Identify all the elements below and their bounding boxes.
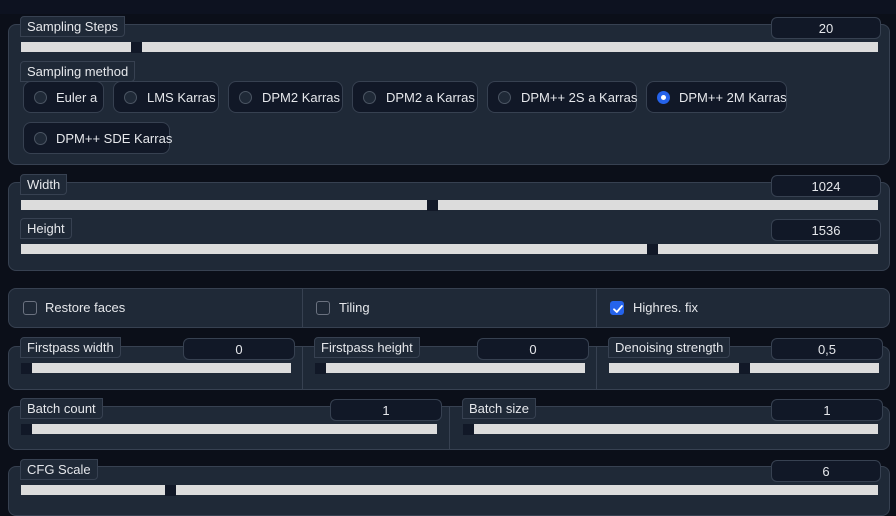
sampling-method-label: Sampling method xyxy=(20,61,136,82)
slider-track-filled xyxy=(21,485,165,495)
batch-count-slider[interactable] xyxy=(21,424,437,435)
slider-track-remaining xyxy=(142,42,878,52)
width-input[interactable]: 1024 xyxy=(771,175,881,197)
slider-track-filled xyxy=(21,200,427,210)
slider-track-remaining xyxy=(438,200,878,210)
radio-indicator xyxy=(34,132,47,145)
batch-size-slider[interactable] xyxy=(463,424,878,435)
height-label: Height xyxy=(20,218,72,239)
sampling-steps-slider[interactable] xyxy=(21,42,878,53)
firstpass-height-slider[interactable] xyxy=(315,363,585,374)
radio-dpm2-karras[interactable]: DPM2 Karras xyxy=(228,81,343,113)
slider-thumb[interactable] xyxy=(21,363,32,374)
options-panel xyxy=(8,288,890,328)
sampling-steps-block: Sampling Steps 20 xyxy=(20,16,882,56)
radio-label: LMS Karras xyxy=(147,90,216,105)
slider-thumb[interactable] xyxy=(463,424,474,435)
radio-label: DPM++ 2S a Karras xyxy=(521,90,638,105)
radio-label: DPM++ SDE Karras xyxy=(56,131,173,146)
restore-faces-checkbox[interactable] xyxy=(23,301,37,315)
radio-indicator xyxy=(239,91,252,104)
cfg-scale-input[interactable]: 6 xyxy=(771,460,881,482)
radio-label: DPM2 Karras xyxy=(262,90,341,105)
slider-track-remaining xyxy=(32,363,291,373)
slider-thumb[interactable] xyxy=(21,424,32,435)
height-block: Height 1536 xyxy=(20,218,882,258)
firstpass-width-label: Firstpass width xyxy=(20,337,121,358)
denoising-strength-slider[interactable] xyxy=(609,363,879,374)
firstpass-height-block: Firstpass height 0 xyxy=(314,337,590,377)
firstpass-height-label: Firstpass height xyxy=(314,337,420,358)
firstpass-width-block: Firstpass width 0 xyxy=(20,337,296,377)
radio-label: Euler a xyxy=(56,90,98,105)
batch-size-label: Batch size xyxy=(462,398,536,419)
radio-indicator xyxy=(657,91,670,104)
batch-count-input[interactable]: 1 xyxy=(330,399,442,421)
slider-thumb[interactable] xyxy=(131,42,142,53)
divider xyxy=(596,289,597,327)
denoising-strength-label: Denoising strength xyxy=(608,337,731,358)
firstpass-width-input[interactable]: 0 xyxy=(183,338,295,360)
tiling-checkbox[interactable] xyxy=(316,301,330,315)
batch-count-block: Batch count 1 xyxy=(20,398,444,438)
firstpass-height-input[interactable]: 0 xyxy=(477,338,589,360)
cfg-scale-label: CFG Scale xyxy=(20,459,98,480)
highres-fix-label: Highres. fix xyxy=(633,300,699,315)
width-block: Width 1024 xyxy=(20,174,882,214)
slider-track-remaining xyxy=(176,485,878,495)
slider-track-filled xyxy=(609,363,739,373)
top-strip xyxy=(0,0,896,14)
radio-lms-karras[interactable]: LMS Karras xyxy=(113,81,219,113)
sampling-steps-input[interactable]: 20 xyxy=(771,17,881,39)
divider xyxy=(596,347,597,389)
radio-dpmpp-2m-karras[interactable]: DPM++ 2M Karras xyxy=(646,81,787,113)
slider-thumb[interactable] xyxy=(739,363,750,374)
batch-count-label: Batch count xyxy=(20,398,103,419)
radio-label: DPM++ 2M Karras xyxy=(679,90,787,105)
slider-track-remaining xyxy=(750,363,879,373)
slider-track-remaining xyxy=(326,363,585,373)
denoising-strength-input[interactable]: 0,5 xyxy=(771,338,883,360)
height-input[interactable]: 1536 xyxy=(771,219,881,241)
width-slider[interactable] xyxy=(21,200,878,211)
cfg-scale-block: CFG Scale 6 xyxy=(20,459,882,499)
radio-indicator xyxy=(124,91,137,104)
highres-fix-checkbox[interactable] xyxy=(610,301,624,315)
radio-dpm2-a-karras[interactable]: DPM2 a Karras xyxy=(352,81,478,113)
radio-label: DPM2 a Karras xyxy=(386,90,475,105)
sampling-steps-label: Sampling Steps xyxy=(20,16,126,37)
cfg-scale-slider[interactable] xyxy=(21,485,878,496)
batch-size-block: Batch size 1 xyxy=(462,398,883,438)
slider-thumb[interactable] xyxy=(165,485,176,496)
sampling-method-block: Sampling method Euler a LMS Karras DPM2 … xyxy=(20,61,882,161)
radio-dpmpp-2s-a-karras[interactable]: DPM++ 2S a Karras xyxy=(487,81,637,113)
firstpass-width-slider[interactable] xyxy=(21,363,291,374)
slider-track-remaining xyxy=(32,424,437,434)
denoising-strength-block: Denoising strength 0,5 xyxy=(608,337,884,377)
restore-faces-label: Restore faces xyxy=(45,300,126,315)
radio-indicator xyxy=(363,91,376,104)
radio-indicator xyxy=(34,91,47,104)
slider-track-remaining xyxy=(474,424,878,434)
radio-euler-a[interactable]: Euler a xyxy=(23,81,104,113)
width-label: Width xyxy=(20,174,68,195)
height-slider[interactable] xyxy=(21,244,878,255)
slider-track-filled xyxy=(21,244,647,254)
radio-dpmpp-sde-karras[interactable]: DPM++ SDE Karras xyxy=(23,122,173,154)
batch-size-input[interactable]: 1 xyxy=(771,399,883,421)
slider-thumb[interactable] xyxy=(647,244,658,255)
slider-thumb[interactable] xyxy=(427,200,438,211)
divider xyxy=(302,289,303,327)
checkmark-icon xyxy=(613,305,623,313)
tiling-label: Tiling xyxy=(339,300,370,315)
slider-thumb[interactable] xyxy=(315,363,326,374)
slider-track-remaining xyxy=(658,244,878,254)
divider xyxy=(449,407,450,449)
slider-track-filled xyxy=(21,42,131,52)
radio-indicator xyxy=(498,91,511,104)
divider xyxy=(302,347,303,389)
